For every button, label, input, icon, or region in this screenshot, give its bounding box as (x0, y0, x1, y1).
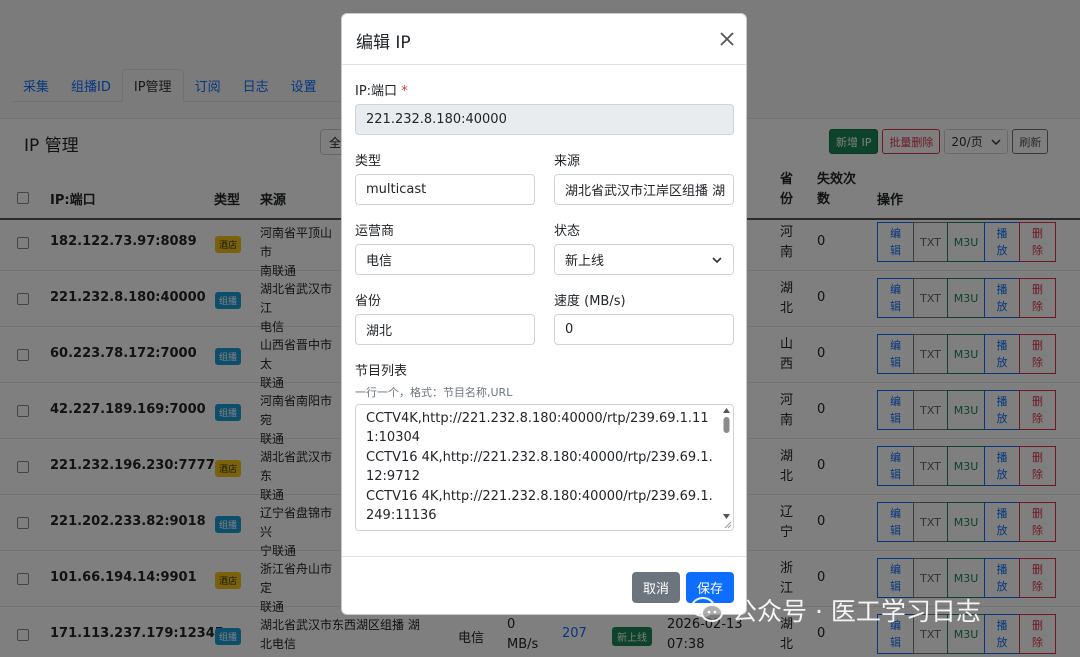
status-value: 新上线 (565, 254, 605, 269)
programs-label: 节目列表 (355, 364, 408, 379)
speed-label: 速度 (MB/s) (554, 294, 626, 309)
modal-footer: 取消 保存 (342, 556, 746, 614)
ip-label-text: IP:端口 (355, 84, 398, 99)
type-field[interactable]: multicast (355, 174, 535, 205)
speed-field[interactable]: 0 (554, 314, 734, 345)
ip-field[interactable]: 221.232.8.180:40000 (355, 104, 734, 135)
cancel-button[interactable]: 取消 (632, 572, 680, 603)
app-root: 采集 组播ID IP管理 订阅 日志 设置 IP 管理 全 新增 IP 批量删除… (0, 0, 1080, 657)
watermark-text: 公众号 · 医工学习日志 (732, 597, 981, 626)
edit-ip-modal: 编辑 IP IP:端口 * 221.232.8.180:40000 类型 mul… (341, 13, 747, 615)
status-select[interactable]: 新上线 (554, 244, 734, 275)
isp-label: 运营商 (355, 224, 395, 239)
ip-label: IP:端口 * (355, 80, 408, 99)
programs-hint: 一行一个，格式：节目名称,URL (355, 386, 513, 399)
source-field[interactable]: 湖北省武汉市江岸区组播 湖 (554, 174, 734, 205)
modal-title: 编辑 IP (356, 33, 411, 53)
province-field[interactable]: 湖北 (355, 314, 535, 345)
programs-text: CCTV4K,http://221.232.8.180:40000/rtp/23… (366, 411, 713, 524)
chevron-down-icon (712, 256, 722, 263)
wechat-icon (691, 597, 723, 622)
programs-textarea[interactable]: CCTV4K,http://221.232.8.180:40000/rtp/23… (355, 404, 734, 531)
watermark: 公众号 · 医工学习日志 (690, 592, 981, 628)
province-label: 省份 (355, 294, 382, 309)
close-icon[interactable] (717, 29, 737, 49)
resize-handle-icon[interactable] (722, 519, 732, 529)
isp-field[interactable]: 电信 (355, 244, 535, 275)
source-label: 来源 (554, 154, 581, 169)
modal-header: 编辑 IP (342, 14, 746, 65)
status-label: 状态 (554, 224, 581, 239)
type-label: 类型 (355, 154, 382, 169)
textarea-scrollbar[interactable] (722, 407, 731, 528)
required-marker: * (401, 84, 408, 99)
